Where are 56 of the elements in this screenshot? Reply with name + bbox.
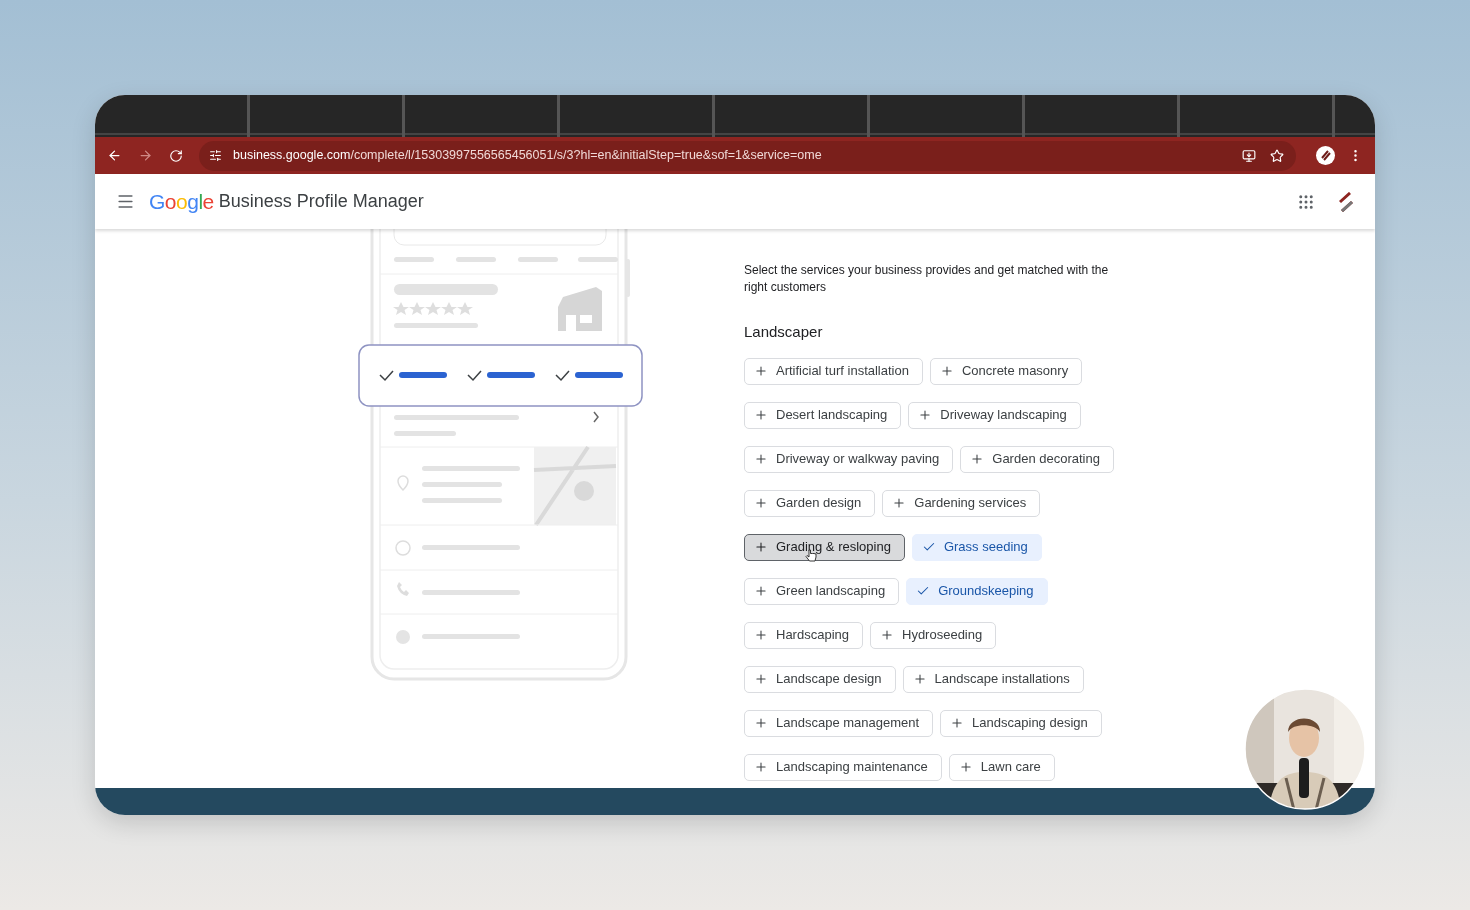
plus-icon bbox=[950, 716, 965, 730]
service-chip[interactable]: Landscaping design bbox=[940, 709, 1102, 737]
plus-icon bbox=[958, 760, 973, 774]
service-chip[interactable]: Gardening services bbox=[882, 489, 1041, 517]
app-title: Business Profile Manager bbox=[218, 190, 424, 213]
service-chip[interactable]: Groundskeeping bbox=[906, 577, 1048, 605]
service-chip[interactable]: Grass seeding bbox=[911, 533, 1042, 561]
plus-icon bbox=[754, 672, 768, 686]
check-icon bbox=[916, 584, 931, 598]
plus-icon bbox=[754, 364, 768, 378]
bookmark-star-icon[interactable] bbox=[1270, 148, 1284, 163]
site-settings-icon[interactable] bbox=[209, 149, 222, 162]
service-chip[interactable]: Hardscaping bbox=[744, 621, 863, 649]
check-icon bbox=[921, 540, 936, 554]
service-chip[interactable]: Lawn care bbox=[948, 753, 1055, 781]
service-chip[interactable]: Garden decorating bbox=[960, 445, 1114, 473]
service-chip[interactable]: Hydroseeding bbox=[870, 621, 997, 649]
services-description: Select the services your business provides and get matched with the right customers bbox=[744, 262, 1110, 296]
stripes-logo-icon[interactable] bbox=[1338, 191, 1354, 212]
service-chip[interactable]: Grading & resloping bbox=[744, 533, 905, 561]
plus-icon bbox=[754, 540, 768, 554]
category-heading: Landscaper bbox=[744, 322, 824, 342]
address-bar[interactable]: business.google.com/complete/l/15303997556565456051/s/3?hl=en&initialStep=true&sof=1&service=ome bbox=[199, 140, 1296, 171]
service-chip[interactable]: Artificial turf installation bbox=[744, 357, 923, 385]
back-icon[interactable] bbox=[107, 148, 122, 163]
service-chip[interactable]: Landscape design bbox=[744, 665, 896, 693]
plus-icon bbox=[970, 452, 985, 466]
service-chip[interactable]: Garden design bbox=[744, 489, 876, 517]
plus-icon bbox=[754, 496, 768, 510]
plus-icon bbox=[754, 716, 768, 730]
service-chip[interactable]: Green landscaping bbox=[744, 577, 900, 605]
reload-icon[interactable] bbox=[169, 148, 183, 163]
plus-icon bbox=[880, 628, 894, 642]
install-icon[interactable] bbox=[1242, 148, 1256, 163]
plus-icon bbox=[754, 584, 768, 598]
plus-icon bbox=[892, 496, 907, 510]
plus-icon bbox=[754, 452, 768, 466]
plus-icon bbox=[754, 408, 768, 422]
service-chip[interactable]: Driveway landscaping bbox=[908, 401, 1081, 429]
url-text: business.google.com/complete/l/15303997556565456051/s/3?hl=en&initialStep=true&sof=1&service=ome bbox=[233, 147, 822, 165]
plus-icon bbox=[754, 760, 768, 774]
service-chip[interactable]: Driveway or walkway paving bbox=[744, 445, 954, 473]
service-chip[interactable]: Landscaping maintenance bbox=[744, 753, 942, 781]
service-chip[interactable]: Landscape installations bbox=[902, 665, 1084, 693]
profile-avatar[interactable] bbox=[1316, 146, 1335, 165]
service-chip[interactable]: Concrete masonry bbox=[929, 357, 1083, 385]
service-chip[interactable]: Landscape management bbox=[744, 709, 934, 737]
menu-icon[interactable] bbox=[116, 192, 135, 211]
plus-icon bbox=[754, 628, 768, 642]
google-logo: Google bbox=[149, 188, 214, 215]
service-chip[interactable]: Desert landscaping bbox=[744, 401, 902, 429]
plus-icon bbox=[912, 672, 927, 686]
apps-grid-icon[interactable] bbox=[1297, 192, 1315, 211]
plus-icon bbox=[918, 408, 933, 422]
stripes-icon bbox=[1320, 150, 1331, 161]
plus-icon bbox=[939, 364, 954, 378]
